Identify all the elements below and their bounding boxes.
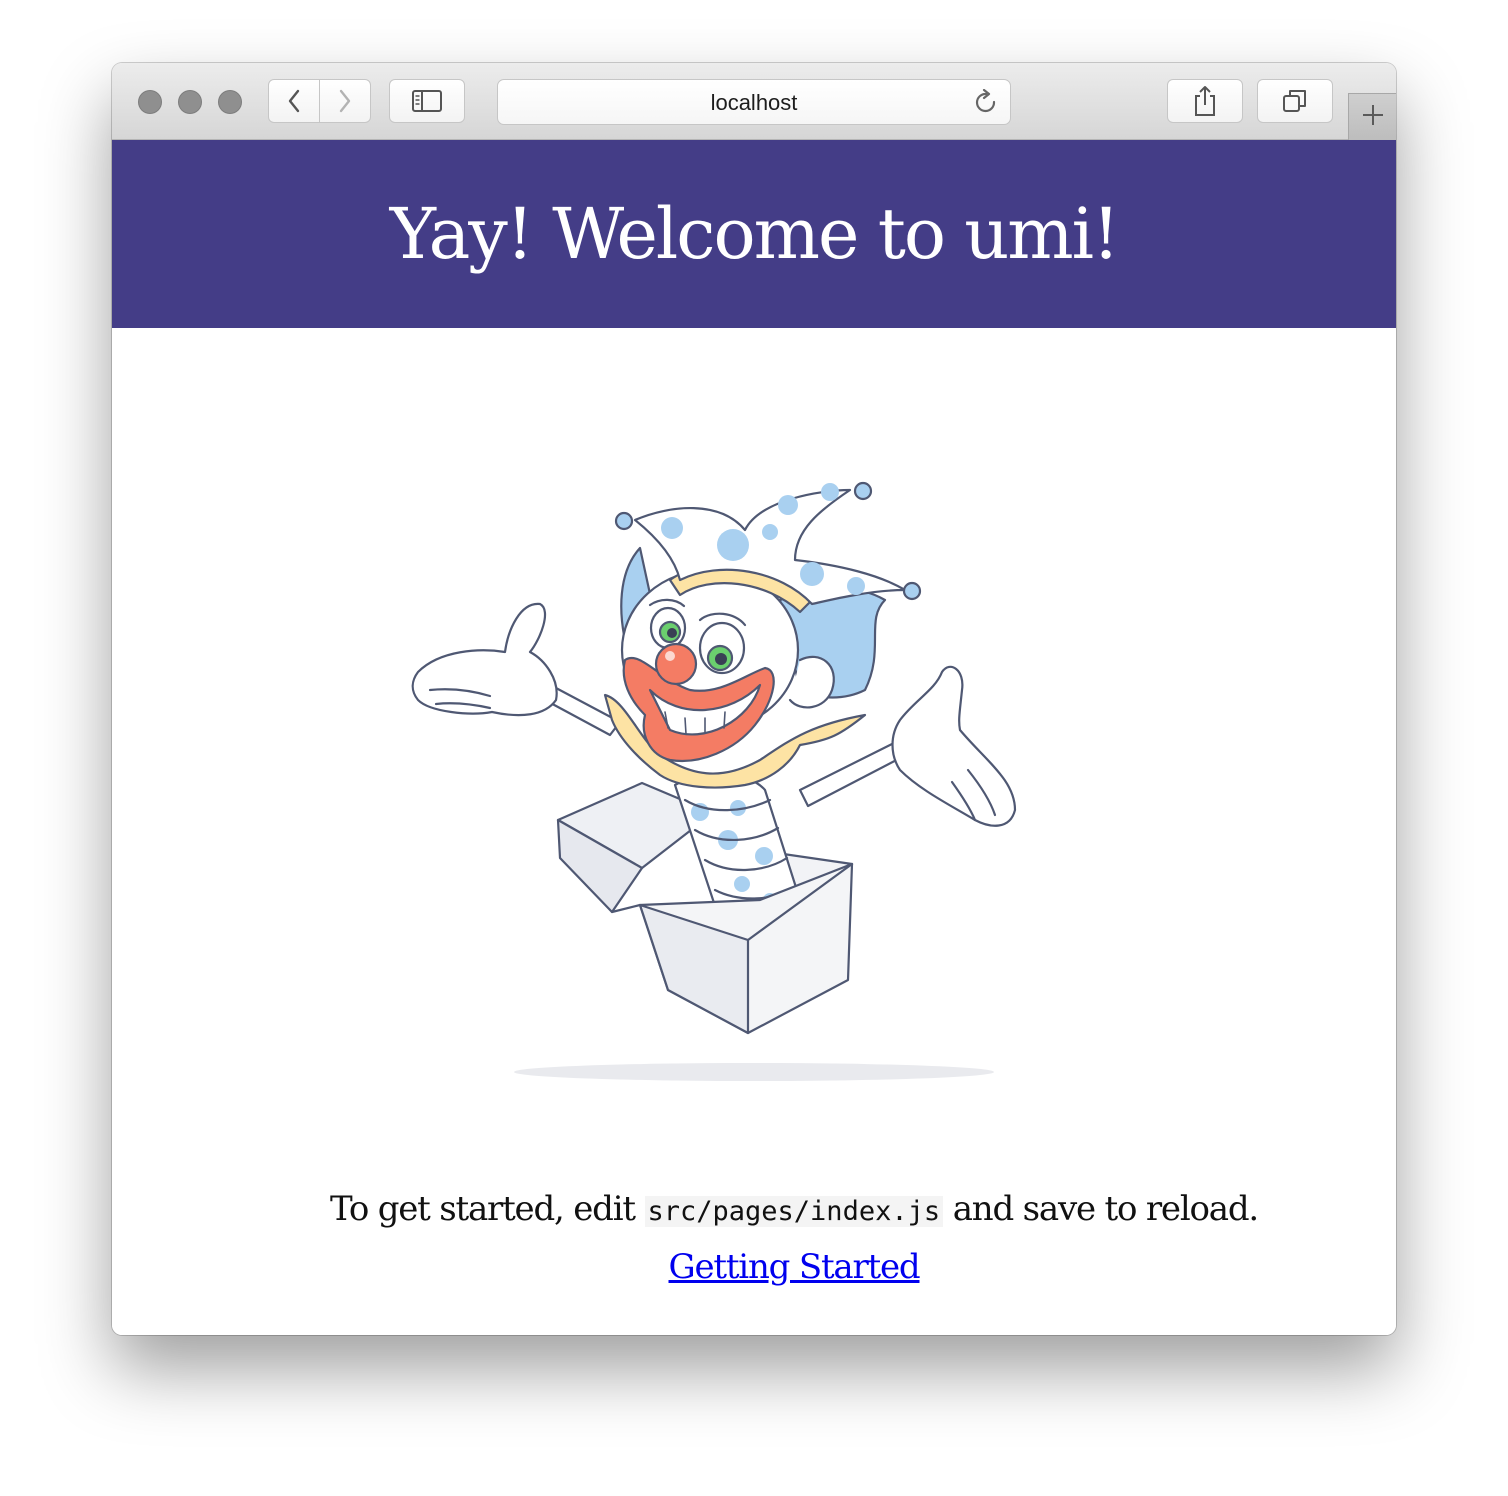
reload-icon[interactable] [973,88,999,122]
address-bar[interactable]: localhost [497,79,1011,125]
new-tab-button[interactable] [1348,93,1396,140]
share-icon [1192,85,1218,117]
clown-illustration [411,481,1017,1081]
sidebar-icon [411,89,443,113]
file-path-code: src/pages/index.js [644,1196,944,1227]
close-window-button[interactable] [138,90,162,114]
getting-started-container: Getting Started [297,1242,1291,1292]
header-banner: Yay! Welcome to umi! [112,140,1396,328]
page-content: Yay! Welcome to umi! To get started, edi… [112,140,1396,1335]
minimize-window-button[interactable] [178,90,202,114]
back-button[interactable] [268,79,320,123]
intro-text-after: and save to reload. [943,1189,1260,1229]
share-button[interactable] [1167,79,1243,123]
zoom-window-button[interactable] [218,90,242,114]
plus-icon [1361,103,1385,132]
browser-toolbar: localhost [112,63,1396,140]
browser-window: localhost Yay! Welcome to umi! To get st… [112,63,1396,1335]
intro-text: To get started, edit src/pages/index.js … [297,1184,1291,1237]
chevron-right-icon [337,88,353,114]
sidebar-toggle-button[interactable] [389,79,465,123]
tabs-icon [1281,87,1309,115]
chevron-left-icon [286,88,302,114]
address-text: localhost [710,90,798,115]
forward-button[interactable] [319,79,371,123]
tabs-overview-button[interactable] [1257,79,1333,123]
page-title: Yay! Welcome to umi! [389,193,1120,275]
intro-text-before: To get started, edit [329,1189,645,1229]
getting-started-link[interactable]: Getting Started [669,1247,921,1287]
